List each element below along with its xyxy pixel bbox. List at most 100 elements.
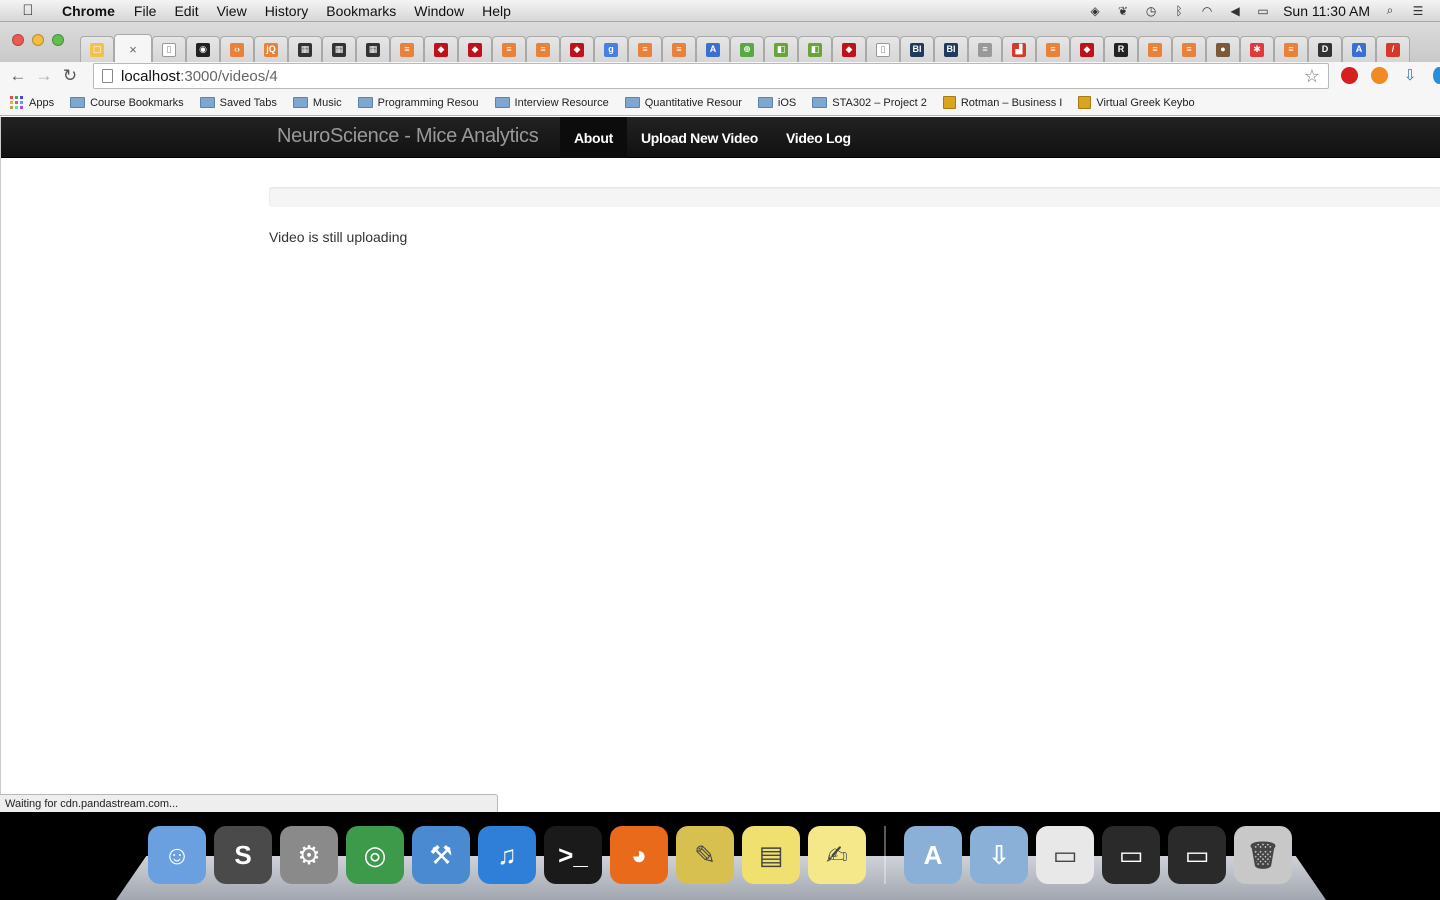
tab[interactable]: ≡	[526, 36, 560, 62]
apple-menu-icon[interactable]: 	[17, 2, 39, 19]
tab[interactable]: ✱	[1240, 36, 1274, 62]
tab[interactable]: ▦	[288, 36, 322, 62]
extension-icon[interactable]	[1428, 64, 1440, 86]
tab[interactable]: ≡	[1036, 36, 1070, 62]
bookmark-item[interactable]: Saved Tabs	[199, 97, 277, 109]
evernote-icon[interactable]: ❦	[1115, 4, 1131, 18]
bookmark-item[interactable]: Music	[292, 97, 342, 109]
tab[interactable]: ◧	[798, 36, 832, 62]
tab[interactable]: ≡	[390, 36, 424, 62]
forward-button[interactable]: →	[31, 63, 57, 89]
tab[interactable]: ▯	[866, 36, 900, 62]
tab[interactable]: ≡	[628, 36, 662, 62]
tab[interactable]: ≡	[968, 36, 1002, 62]
tab[interactable]: ●	[1206, 36, 1240, 62]
tab[interactable]: ▦	[322, 36, 356, 62]
tab[interactable]: ≡	[1274, 36, 1308, 62]
tab[interactable]: ▟	[1002, 36, 1036, 62]
menu-history[interactable]: History	[256, 0, 318, 22]
back-button[interactable]: ←	[5, 63, 31, 89]
tab[interactable]: BI	[900, 36, 934, 62]
bookmark-star-icon[interactable]: ☆	[1304, 66, 1320, 87]
site-brand[interactable]: NeuroScience - Mice Analytics	[277, 125, 539, 148]
tab[interactable]: A	[696, 36, 730, 62]
window-thumbnail-icon[interactable]: ▭	[1036, 826, 1094, 884]
window-zoom-button[interactable]	[52, 34, 64, 46]
tab[interactable]: D	[1308, 36, 1342, 62]
tab[interactable]: ◆	[832, 36, 866, 62]
tab[interactable]: R	[1104, 36, 1138, 62]
window-thumbnail-icon[interactable]: ▭	[1168, 826, 1226, 884]
tab[interactable]: ≡	[1172, 36, 1206, 62]
tab[interactable]: ‹›	[220, 36, 254, 62]
tab[interactable]: jQ	[254, 36, 288, 62]
finder-icon[interactable]: ☺	[148, 826, 206, 884]
tab[interactable]: ≡	[662, 36, 696, 62]
trash-icon[interactable]: 🗑	[1234, 826, 1292, 884]
window-thumbnail-icon[interactable]: ▭	[1102, 826, 1160, 884]
chrome-icon[interactable]: ◎	[346, 826, 404, 884]
stickies-icon[interactable]: ▤	[742, 826, 800, 884]
applications-folder-icon[interactable]: A	[904, 826, 962, 884]
window-minimize-button[interactable]	[32, 34, 44, 46]
paintbrush-icon[interactable]: ✎	[676, 826, 734, 884]
tab[interactable]: /	[1376, 36, 1410, 62]
menu-file[interactable]: File	[125, 0, 166, 22]
nav-about[interactable]: About	[560, 117, 627, 158]
menu-bookmarks[interactable]: Bookmarks	[317, 0, 405, 22]
sublime-text-icon[interactable]: S	[214, 826, 272, 884]
bookmark-item[interactable]: Interview Resource	[494, 97, 609, 109]
tab[interactable]: ▯	[152, 36, 186, 62]
download-extension-icon[interactable]: ⇩	[1399, 64, 1421, 86]
firefox-icon[interactable]: ◕	[610, 826, 668, 884]
tab[interactable]: ⊕	[730, 36, 764, 62]
wifi-icon[interactable]: ◠	[1199, 4, 1215, 18]
notification-center-icon[interactable]: ☰	[1410, 4, 1426, 18]
bookmark-item[interactable]: STA302 – Project 2	[812, 97, 927, 109]
tab[interactable]: ◧	[764, 36, 798, 62]
tab[interactable]: ◆	[424, 36, 458, 62]
tab[interactable]: ≡	[492, 36, 526, 62]
close-icon[interactable]: ×	[129, 42, 137, 57]
bookmark-item[interactable]: Course Bookmarks	[70, 97, 184, 109]
tab[interactable]: ▢	[80, 36, 114, 62]
window-close-button[interactable]	[12, 34, 24, 46]
menu-window[interactable]: Window	[405, 0, 473, 22]
spotlight-search-icon[interactable]: ⌕	[1382, 3, 1398, 18]
tab-active[interactable]: ×	[114, 34, 152, 64]
menu-clock[interactable]: Sun 11:30 AM	[1283, 3, 1370, 19]
tab[interactable]: ◆	[1070, 36, 1104, 62]
notes-icon[interactable]: ✍	[808, 826, 866, 884]
itunes-icon[interactable]: ♫	[478, 826, 536, 884]
address-bar[interactable]: localhost:3000/videos/4 ☆	[93, 63, 1329, 89]
menu-app-chrome[interactable]: Chrome	[53, 0, 125, 22]
tab[interactable]: ◆	[560, 36, 594, 62]
nav-upload-new-video[interactable]: Upload New Video	[627, 117, 772, 158]
nav-video-log[interactable]: Video Log	[772, 117, 865, 158]
xcode-icon[interactable]: ⚒	[412, 826, 470, 884]
tab[interactable]: A	[1342, 36, 1376, 62]
tab[interactable]: ◉	[186, 36, 220, 62]
system-preferences-icon[interactable]: ⚙	[280, 826, 338, 884]
tab[interactable]: ≡	[1138, 36, 1172, 62]
tab[interactable]: ◆	[458, 36, 492, 62]
fire-extension-icon[interactable]	[1368, 64, 1390, 86]
bookmark-item[interactable]: Rotman – Business I	[942, 96, 1062, 109]
dropbox-icon[interactable]: ◈	[1087, 4, 1103, 18]
menu-view[interactable]: View	[208, 0, 256, 22]
bookmark-item[interactable]: iOS	[757, 97, 796, 109]
bookmark-item[interactable]: Apps	[10, 96, 54, 109]
tab[interactable]: g	[594, 36, 628, 62]
tab[interactable]: BI	[934, 36, 968, 62]
menu-edit[interactable]: Edit	[165, 0, 207, 22]
bluetooth-icon[interactable]: ᛒ	[1171, 4, 1187, 18]
bookmark-item[interactable]: Virtual Greek Keybo	[1078, 96, 1195, 109]
bookmark-item[interactable]: Programming Resou	[357, 97, 479, 109]
tab[interactable]: ▦	[356, 36, 390, 62]
battery-icon[interactable]: ▭	[1255, 4, 1271, 18]
menu-help[interactable]: Help	[473, 0, 520, 22]
volume-icon[interactable]: ◀	[1227, 4, 1243, 18]
reload-button[interactable]: ↻	[57, 63, 83, 89]
downloads-folder-icon[interactable]: ⇩	[970, 826, 1028, 884]
adblock-extension-icon[interactable]	[1338, 64, 1360, 86]
